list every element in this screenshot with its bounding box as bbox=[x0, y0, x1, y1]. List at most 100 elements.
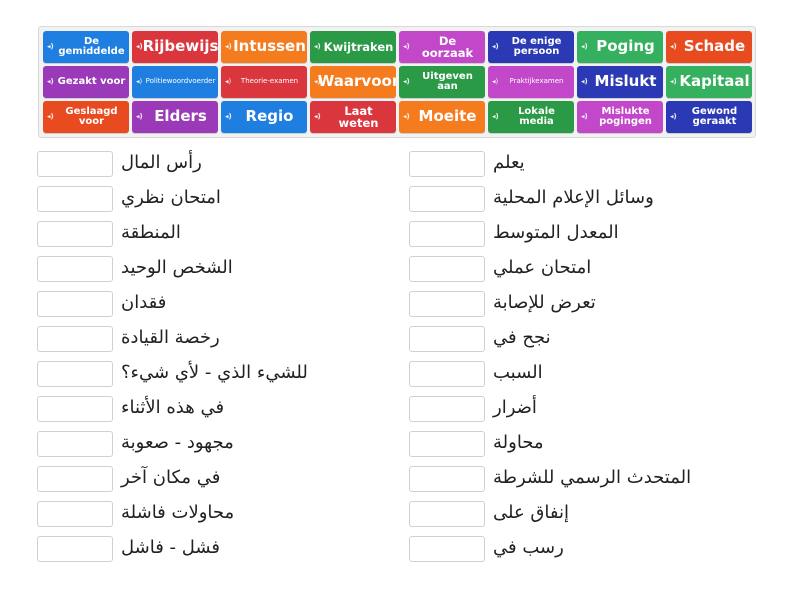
draggable-tile[interactable]: ◂) Geslaagd voor bbox=[43, 101, 129, 133]
clue-text: للشيء الذي - لأي شيء؟ bbox=[121, 362, 308, 383]
clue-text: محاولات فاشلة bbox=[121, 502, 235, 523]
drop-slot[interactable] bbox=[37, 536, 113, 562]
clue-text: يعلم bbox=[493, 152, 525, 173]
clue-text: فقدان bbox=[121, 292, 167, 313]
drop-slot[interactable] bbox=[409, 361, 485, 387]
answer-row: امتحان نظري وسائل الإعلام المحلية bbox=[0, 183, 800, 213]
clue-text: المنطقة bbox=[121, 222, 181, 243]
speaker-icon[interactable]: ◂) bbox=[492, 42, 499, 50]
draggable-tile[interactable]: ◂) Politiewoordvoerder bbox=[132, 66, 218, 98]
drop-slot[interactable] bbox=[37, 361, 113, 387]
draggable-tile[interactable]: ◂) Schade bbox=[666, 31, 752, 63]
clue-text: رخصة القيادة bbox=[121, 327, 220, 348]
draggable-tile[interactable]: ◂) Mislukte pogingen bbox=[577, 101, 663, 133]
tile-label: Theorie-examen bbox=[240, 77, 299, 86]
speaker-icon[interactable]: ◂) bbox=[670, 77, 677, 85]
clue-text: السبب bbox=[493, 362, 543, 383]
drop-slot[interactable] bbox=[409, 291, 485, 317]
drop-slot[interactable] bbox=[409, 501, 485, 527]
draggable-tile[interactable]: ◂) Moeite bbox=[399, 101, 485, 133]
drop-slot[interactable] bbox=[37, 501, 113, 527]
answer-row: رخصة القيادة نجح في bbox=[0, 323, 800, 353]
speaker-icon[interactable]: ◂) bbox=[47, 42, 54, 50]
speaker-icon[interactable]: ◂) bbox=[47, 77, 54, 85]
speaker-icon[interactable]: ◂) bbox=[670, 112, 677, 120]
draggable-tile[interactable]: ◂) De enige persoon bbox=[488, 31, 574, 63]
tile-label: De gemiddelde bbox=[58, 35, 125, 57]
drop-slot[interactable] bbox=[37, 256, 113, 282]
speaker-icon[interactable]: ◂) bbox=[225, 77, 231, 85]
tile-label: Mislukt bbox=[594, 72, 657, 91]
drop-slot[interactable] bbox=[409, 326, 485, 352]
speaker-icon[interactable]: ◂) bbox=[136, 42, 143, 50]
draggable-tile[interactable]: ◂) Theorie-examen bbox=[221, 66, 307, 98]
drop-slot[interactable] bbox=[409, 396, 485, 422]
drop-slot[interactable] bbox=[409, 536, 485, 562]
answer-row: في هذه الأثناء أضرار bbox=[0, 393, 800, 423]
drop-slot[interactable] bbox=[409, 466, 485, 492]
draggable-tile[interactable]: ◂) Gewond geraakt bbox=[666, 101, 752, 133]
speaker-icon[interactable]: ◂) bbox=[225, 42, 232, 50]
speaker-icon[interactable]: ◂) bbox=[670, 42, 677, 50]
speaker-icon[interactable]: ◂) bbox=[403, 112, 410, 120]
tile-label: Politiewoordvoerder bbox=[145, 77, 216, 86]
draggable-tile[interactable]: ◂) Gezakt voor bbox=[43, 66, 129, 98]
draggable-tile[interactable]: ◂) Praktijkexamen bbox=[488, 66, 574, 98]
drop-slot[interactable] bbox=[37, 431, 113, 457]
draggable-tile[interactable]: ◂) Intussen bbox=[221, 31, 307, 63]
clue-text: أضرار bbox=[493, 397, 537, 418]
draggable-tile[interactable]: ◂) Kapitaal bbox=[666, 66, 752, 98]
draggable-tile[interactable]: ◂) Waarvoor bbox=[310, 66, 396, 98]
draggable-tile[interactable]: ◂) De oorzaak bbox=[399, 31, 485, 63]
draggable-tile[interactable]: ◂) Elders bbox=[132, 101, 218, 133]
tile-label: De enige persoon bbox=[511, 35, 562, 57]
speaker-icon[interactable]: ◂) bbox=[492, 77, 498, 85]
clue-text: رأس المال bbox=[121, 152, 202, 173]
speaker-icon[interactable]: ◂) bbox=[403, 77, 410, 85]
drop-slot[interactable] bbox=[37, 221, 113, 247]
drop-slot[interactable] bbox=[409, 151, 485, 177]
answer-row: فقدان تعرض للإصابة bbox=[0, 288, 800, 318]
tile-label: Poging bbox=[596, 37, 655, 56]
speaker-icon[interactable]: ◂) bbox=[581, 42, 588, 50]
drop-slot[interactable] bbox=[37, 291, 113, 317]
drop-slot[interactable] bbox=[37, 151, 113, 177]
speaker-icon[interactable]: ◂) bbox=[136, 77, 142, 85]
draggable-tile[interactable]: ◂) Lokale media bbox=[488, 101, 574, 133]
drop-slot[interactable] bbox=[37, 466, 113, 492]
speaker-icon[interactable]: ◂) bbox=[581, 77, 588, 85]
speaker-icon[interactable]: ◂) bbox=[581, 112, 588, 120]
clue-text: في هذه الأثناء bbox=[121, 397, 225, 418]
drop-slot[interactable] bbox=[409, 186, 485, 212]
tile-label: Uitgeven aan bbox=[422, 70, 473, 92]
speaker-icon[interactable]: ◂) bbox=[314, 112, 321, 120]
draggable-tile[interactable]: ◂) Uitgeven aan bbox=[399, 66, 485, 98]
drop-slot[interactable] bbox=[37, 396, 113, 422]
speaker-icon[interactable]: ◂) bbox=[403, 42, 410, 50]
tile-label: Lokale media bbox=[518, 105, 555, 127]
draggable-tile[interactable]: ◂) Kwijtraken bbox=[310, 31, 396, 63]
drop-slot[interactable] bbox=[37, 326, 113, 352]
draggable-tile[interactable]: ◂) Rijbewijs bbox=[132, 31, 218, 63]
drop-slot[interactable] bbox=[37, 186, 113, 212]
drop-slot[interactable] bbox=[409, 256, 485, 282]
speaker-icon[interactable]: ◂) bbox=[492, 112, 499, 120]
speaker-icon[interactable]: ◂) bbox=[225, 112, 232, 120]
draggable-tile[interactable]: ◂) Poging bbox=[577, 31, 663, 63]
tile-label: Gezakt voor bbox=[57, 75, 126, 87]
answer-row: محاولات فاشلة إنفاق على bbox=[0, 498, 800, 528]
draggable-tile[interactable]: ◂) Mislukt bbox=[577, 66, 663, 98]
draggable-tile[interactable]: ◂) Laat weten bbox=[310, 101, 396, 133]
speaker-icon[interactable]: ◂) bbox=[314, 77, 321, 85]
speaker-icon[interactable]: ◂) bbox=[314, 42, 321, 50]
draggable-tile[interactable]: ◂) De gemiddelde bbox=[43, 31, 129, 63]
speaker-icon[interactable]: ◂) bbox=[136, 112, 143, 120]
tile-label: Praktijkexamen bbox=[509, 77, 564, 86]
tile-label: Intussen bbox=[233, 37, 306, 56]
drop-slot[interactable] bbox=[409, 431, 485, 457]
clue-text: إنفاق على bbox=[493, 502, 569, 523]
speaker-icon[interactable]: ◂) bbox=[47, 112, 54, 120]
draggable-tile[interactable]: ◂) Regio bbox=[221, 101, 307, 133]
clue-text: المعدل المتوسط bbox=[493, 222, 619, 243]
drop-slot[interactable] bbox=[409, 221, 485, 247]
